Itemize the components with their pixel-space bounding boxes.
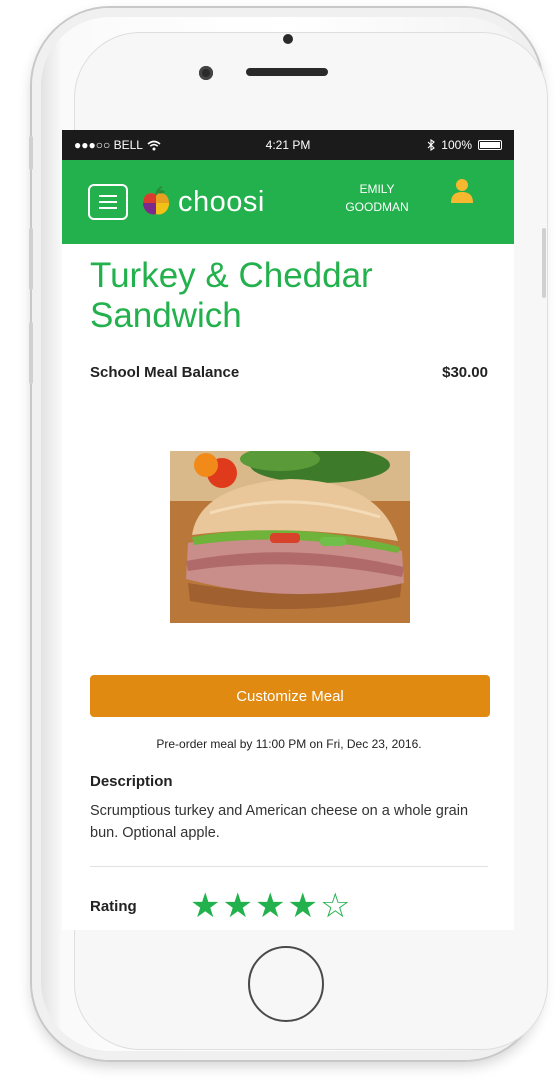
volume-down-button	[29, 322, 33, 384]
rating-row: Rating ★ ★ ★ ★ ☆	[90, 889, 488, 923]
user-first-name: EMILY	[359, 182, 395, 196]
meal-detail: Turkey & Cheddar Sandwich School Meal Ba…	[62, 244, 514, 923]
divider	[90, 866, 488, 867]
user-last-name: GOODMAN	[345, 200, 409, 214]
status-time: 4:21 PM	[265, 138, 311, 152]
meal-title-line1: Turkey & Cheddar	[90, 256, 373, 295]
description-heading: Description	[90, 773, 173, 790]
rating-stars[interactable]: ★ ★ ★ ★ ☆	[190, 889, 350, 923]
rating-label: Rating	[90, 897, 137, 915]
earpiece-speaker	[246, 68, 328, 76]
empty-star-icon[interactable]: ☆	[320, 889, 350, 923]
user-name[interactable]: EMILY GOODMAN	[332, 180, 422, 216]
status-bar: ●●●○○ BELL 4:21 PM 100%	[62, 130, 514, 160]
filled-star-icon[interactable]: ★	[287, 889, 317, 923]
phone-screen: ●●●○○ BELL 4:21 PM 100% choosi EMILY GOO…	[62, 130, 514, 930]
power-button	[542, 228, 546, 298]
front-camera	[199, 66, 213, 80]
balance-label: School Meal Balance	[90, 364, 240, 381]
volume-up-button	[29, 228, 33, 290]
choosi-logo[interactable]: choosi	[140, 186, 265, 219]
customize-meal-button[interactable]: Customize Meal	[90, 675, 490, 717]
apple-logo-icon	[143, 186, 169, 215]
filled-star-icon[interactable]: ★	[255, 889, 285, 923]
description-text: Scrumptious turkey and American cheese o…	[90, 803, 469, 841]
filled-star-icon[interactable]: ★	[190, 889, 220, 923]
app-header: choosi EMILY GOODMAN	[62, 160, 514, 244]
meal-title: Turkey & Cheddar Sandwich	[90, 256, 488, 336]
battery-icon	[478, 140, 502, 150]
meal-title-line2: Sandwich	[90, 296, 242, 335]
sandwich-photo	[170, 451, 410, 623]
user-profile-icon[interactable]	[450, 178, 474, 204]
sensor-dot	[283, 34, 293, 44]
balance-value: $30.00	[442, 364, 488, 381]
home-button[interactable]	[248, 946, 324, 1022]
mute-switch	[29, 136, 33, 170]
preorder-notice: Pre-order meal by 11:00 PM on Fri, Dec 2…	[156, 737, 422, 751]
balance-row: School Meal Balance $30.00	[90, 364, 488, 381]
hamburger-menu-button[interactable]	[88, 184, 128, 220]
filled-star-icon[interactable]: ★	[222, 889, 252, 923]
logo-text: choosi	[178, 185, 265, 218]
